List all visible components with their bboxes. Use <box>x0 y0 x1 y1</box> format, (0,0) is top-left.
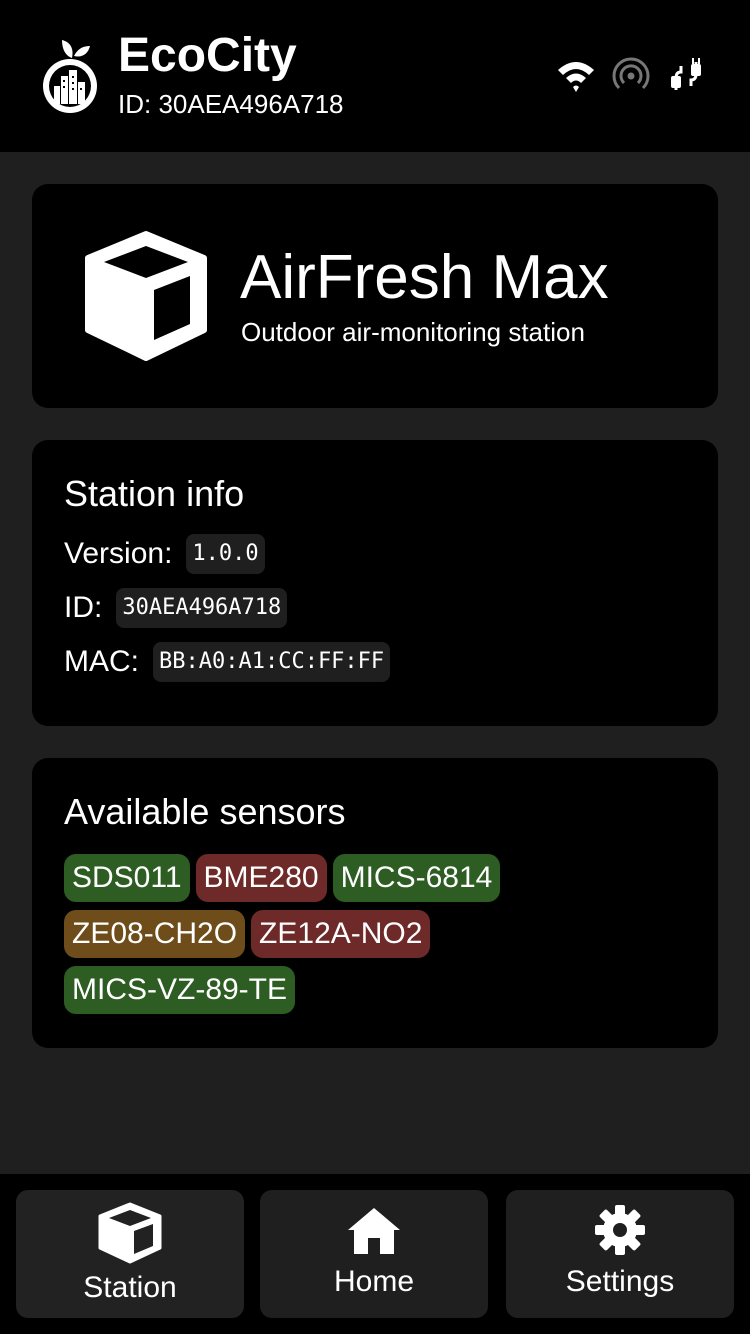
bottom-nav: Station Home Settings <box>0 1174 750 1334</box>
nav-home-label: Home <box>333 1265 415 1298</box>
product-description: Outdoor air-monitoring station <box>241 317 585 347</box>
product-card: AirFresh Max Outdoor air-monitoring stat… <box>32 184 718 408</box>
cable-icon[interactable] <box>666 56 706 96</box>
version-row: Version: 1.0.0 <box>64 534 265 574</box>
app-header: EcoCity ID: 30AEA496A718 <box>0 0 750 152</box>
sensor-chip[interactable]: ZE12A-NO2 <box>251 910 431 958</box>
nav-home-button[interactable]: Home <box>260 1190 488 1318</box>
nav-station-button[interactable]: Station <box>16 1190 244 1318</box>
app-screen: EcoCity ID: 30AEA496A718 AirFresh Max Ou… <box>0 0 750 1334</box>
app-title: EcoCity <box>118 29 297 82</box>
logo-icon <box>40 36 100 116</box>
nav-settings-label: Settings <box>565 1265 675 1298</box>
sensors-card: Available sensors SDS011 BME280 MICS-681… <box>32 758 718 1048</box>
id-label: ID: <box>64 591 103 624</box>
sensor-chip[interactable]: ZE08-CH2O <box>64 910 246 958</box>
nav-settings-button[interactable]: Settings <box>506 1190 734 1318</box>
mac-label: MAC: <box>64 645 139 678</box>
product-name: AirFresh Max <box>240 243 609 312</box>
id-row: ID: 30AEA496A718 <box>64 588 288 628</box>
version-value: 1.0.0 <box>186 534 265 574</box>
sensors-title: Available sensors <box>64 791 346 832</box>
wifi-icon[interactable] <box>556 56 596 96</box>
station-info-card: Station info Version: 1.0.0 ID: 30AEA496… <box>32 440 718 726</box>
cube-icon <box>80 230 212 362</box>
sensor-list: SDS011 BME280 MICS-6814 ZE08-CH2O ZE12A-… <box>64 854 624 1014</box>
cube-icon <box>97 1202 163 1264</box>
mac-value: BB:A0:A1:CC:FF:FF <box>153 642 391 682</box>
gear-icon <box>594 1204 646 1256</box>
broadcast-icon[interactable] <box>611 56 651 96</box>
mac-row: MAC: BB:A0:A1:CC:FF:FF <box>64 642 391 682</box>
version-label: Version: <box>64 537 173 570</box>
sensor-chip[interactable]: MICS-VZ-89-TE <box>64 966 296 1014</box>
home-icon <box>346 1206 402 1256</box>
nav-station-label: Station <box>83 1271 177 1304</box>
sensor-chip[interactable]: SDS011 <box>64 854 190 902</box>
sensor-chip[interactable]: MICS-6814 <box>332 854 501 902</box>
station-info-title: Station info <box>64 473 245 514</box>
id-value: 30AEA496A718 <box>116 588 288 628</box>
device-id: ID: 30AEA496A718 <box>118 89 344 119</box>
sensor-chip[interactable]: BME280 <box>195 854 327 902</box>
